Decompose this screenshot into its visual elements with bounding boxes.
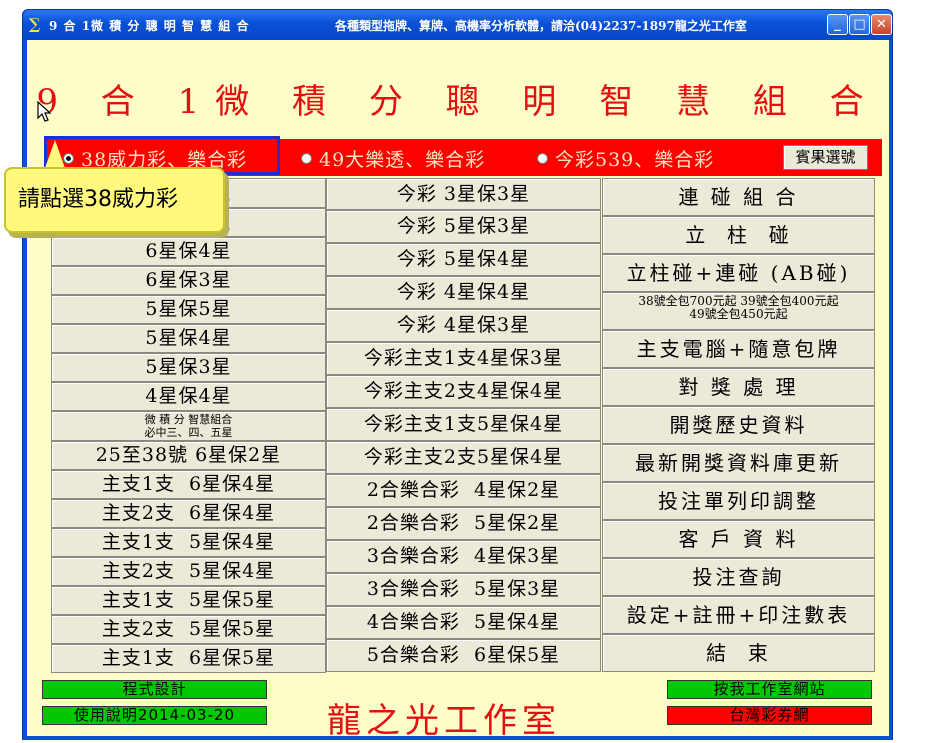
function-button-2[interactable]: 立 柱 碰 xyxy=(602,216,875,254)
title-bar[interactable]: ∑ 9 合 1微 積 分 聰 明 智 慧 組 合 各種類型拖牌、算牌、高機率分析… xyxy=(23,10,892,40)
window-title: 9 合 1微 積 分 聰 明 智 慧 組 合 xyxy=(49,19,250,33)
function-button-5[interactable]: 主支電腦+隨意包牌 xyxy=(602,330,875,368)
combo-button-left-8[interactable]: 4星保4星 xyxy=(51,382,326,411)
combo-button-mid-1[interactable]: 今彩 3星保3星 xyxy=(326,178,601,210)
button-text-line: 必中三、四、五星 xyxy=(144,426,233,439)
radio-dot-icon xyxy=(301,153,312,164)
combo-button-left-5[interactable]: 5星保5星 xyxy=(51,295,326,324)
radio-dot-icon xyxy=(537,153,548,164)
tooltip-tail xyxy=(45,140,65,168)
function-button-6[interactable]: 對 獎 處 理 xyxy=(602,368,875,406)
combo-button-left-12[interactable]: 主支2支 6星保4星 xyxy=(51,499,326,528)
combo-button-mid-15[interactable]: 5合樂合彩 6星保5星 xyxy=(326,639,601,672)
combo-button-mid-11[interactable]: 2合樂合彩 5星保2星 xyxy=(326,507,601,540)
combo-button-left-9[interactable]: 微 積 分 智慧組合 必中三、四、五星 xyxy=(51,411,326,441)
window-bottom-border xyxy=(23,736,892,740)
manual-button[interactable]: 使用說明2014-03-20 xyxy=(42,706,267,725)
combo-button-left-13[interactable]: 主支1支 5星保4星 xyxy=(51,528,326,557)
taiwan-lottery-button[interactable]: 台灣彩券網 xyxy=(667,706,872,725)
combo-button-mid-9[interactable]: 今彩主支2支5星保4星 xyxy=(326,441,601,474)
button-text-line: 微 積 分 智慧組合 xyxy=(144,413,233,426)
function-button-3[interactable]: 立柱碰+連碰 (AB碰) xyxy=(602,254,875,292)
combo-button-left-17[interactable]: 主支1支 6星保5星 xyxy=(51,644,326,673)
combo-button-left-7[interactable]: 5星保3星 xyxy=(51,353,326,382)
program-design-button[interactable]: 程式設計 xyxy=(42,680,267,699)
studio-website-button[interactable]: 按我工作室網站 xyxy=(667,680,872,699)
close-button[interactable]: ✕ xyxy=(871,14,892,35)
radio-539-lotto[interactable]: 今彩539、樂合彩 xyxy=(537,145,714,172)
button-text-line: 49號全包450元起 xyxy=(689,307,788,321)
combo-button-left-6[interactable]: 5星保4星 xyxy=(51,324,326,353)
combo-button-left-4[interactable]: 6星保3星 xyxy=(51,266,326,295)
radio-label-49: 49大樂透、樂合彩 xyxy=(319,149,486,171)
function-button-9[interactable]: 投注單列印調整 xyxy=(602,482,875,520)
main-title: 9 合 1微 積 分 聰 明 智 慧 組 合 xyxy=(36,82,880,122)
bingo-select-button[interactable]: 賓果選號 xyxy=(783,145,868,170)
combo-button-mid-6[interactable]: 今彩主支1支4星保3星 xyxy=(326,342,601,375)
sigma-app-icon: ∑ xyxy=(29,15,41,33)
function-button-1[interactable]: 連 碰 組 合 xyxy=(602,178,875,216)
combo-button-mid-2[interactable]: 今彩 5星保3星 xyxy=(326,210,601,243)
mouse-cursor-icon xyxy=(37,101,52,122)
radio-49-lotto[interactable]: 49大樂透、樂合彩 xyxy=(301,145,485,172)
combo-button-left-3[interactable]: 6星保4星 xyxy=(51,237,326,266)
function-button-10[interactable]: 客 戶 資 料 xyxy=(602,520,875,558)
combo-button-left-15[interactable]: 主支1支 5星保5星 xyxy=(51,586,326,615)
combo-button-mid-12[interactable]: 3合樂合彩 4星保3星 xyxy=(326,540,601,573)
minimize-button[interactable]: _ xyxy=(827,14,848,35)
maximize-button[interactable]: □ xyxy=(849,14,870,35)
combo-button-mid-5[interactable]: 今彩 4星保3星 xyxy=(326,309,601,342)
app-window: ∑ 9 合 1微 積 分 聰 明 智 慧 組 合 各種類型拖牌、算牌、高機率分析… xyxy=(22,9,893,741)
radio-label-539: 今彩539、樂合彩 xyxy=(555,149,715,171)
combo-button-mid-10[interactable]: 2合樂合彩 4星保2星 xyxy=(326,474,601,507)
combo-button-left-14[interactable]: 主支2支 5星保4星 xyxy=(51,557,326,586)
window-title-ad: 各種類型拖牌、算牌、高機率分析軟體，請洽(04)2237-1897龍之光工作室 xyxy=(335,19,747,33)
studio-name: 龍之光工作室 xyxy=(327,701,561,741)
combo-button-left-16[interactable]: 主支2支 5星保5星 xyxy=(51,615,326,644)
function-button-4[interactable]: 38號全包700元起 39號全包400元起 49號全包450元起 xyxy=(602,292,875,330)
function-button-13[interactable]: 結 束 xyxy=(602,634,875,672)
function-button-7[interactable]: 開獎歷史資料 xyxy=(602,406,875,444)
combo-button-mid-13[interactable]: 3合樂合彩 5星保3星 xyxy=(326,573,601,606)
combo-button-mid-14[interactable]: 4合樂合彩 5星保4星 xyxy=(326,606,601,639)
hint-tooltip: 請點選38威力彩 xyxy=(4,167,225,233)
combo-button-mid-3[interactable]: 今彩 5星保4星 xyxy=(326,243,601,276)
function-button-12[interactable]: 設定+註冊+印注數表 xyxy=(602,596,875,634)
combo-button-left-10[interactable]: 25至38號 6星保2星 xyxy=(51,441,326,470)
function-button-11[interactable]: 投注查詢 xyxy=(602,558,875,596)
client-area: 9 合 1微 積 分 聰 明 智 慧 組 合 38威力彩、樂合彩 49大樂透、樂… xyxy=(27,40,889,741)
function-button-8[interactable]: 最新開獎資料庫更新 xyxy=(602,444,875,482)
combo-button-mid-4[interactable]: 今彩 4星保4星 xyxy=(326,276,601,309)
combo-button-mid-7[interactable]: 今彩主支2支4星保4星 xyxy=(326,375,601,408)
combo-button-left-11[interactable]: 主支1支 6星保4星 xyxy=(51,470,326,499)
combo-button-mid-8[interactable]: 今彩主支1支5星保4星 xyxy=(326,408,601,441)
